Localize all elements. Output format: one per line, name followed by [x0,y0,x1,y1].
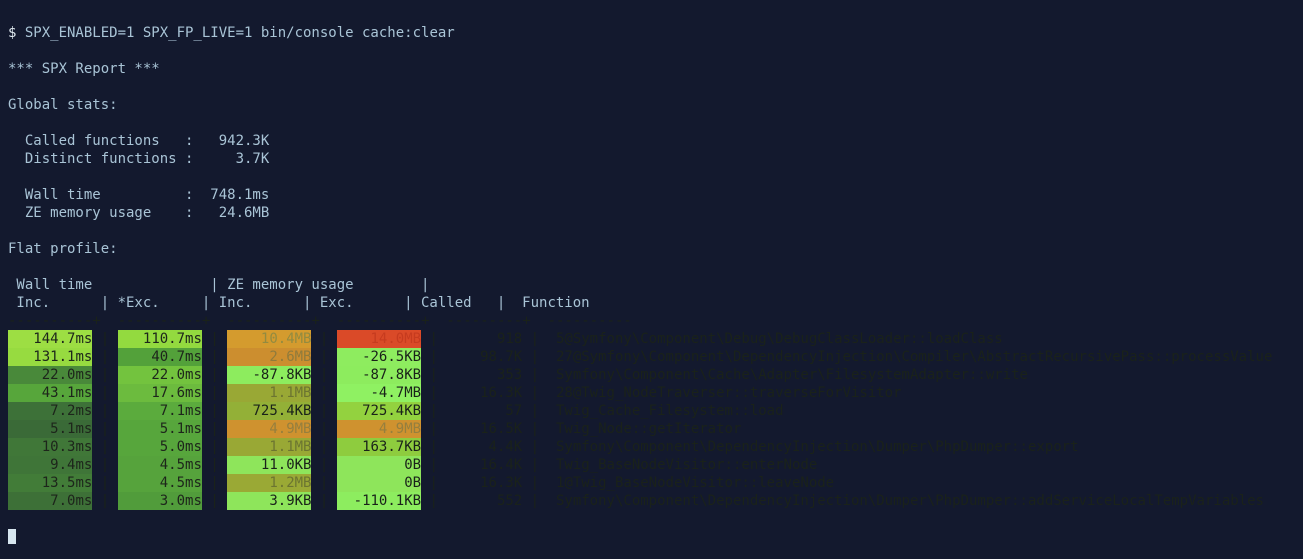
global-stats-label: Global stats: [8,97,118,113]
function-name: Symfony\Component\DependencyInjection\Du… [548,438,1273,456]
table-row: 131.1ms | 40.7ms | 2.6MB | -26.5KB | 98.… [8,348,1272,366]
table-row: 43.1ms | 17.6ms | 1.1MB | -4.7MB | 16.3K… [8,384,1272,402]
global-stats-block2: Wall time : 748.1ms ZE memory usage : 24… [8,187,269,221]
prompt-symbol: $ [8,25,25,41]
function-name: 27@Symfony\Component\DependencyInjection… [548,348,1273,366]
report-title: *** SPX Report *** [8,61,160,77]
table-row: 9.4ms | 4.5ms | 11.0KB | 0B | 16.4K | Tw… [8,456,1272,474]
profile-header: Wall time | ZE memory usage | Inc. | *Ex… [8,277,590,311]
function-name: 1@Twig_BaseNodeVisitor::leaveNode [548,474,1273,492]
function-name: Twig_Node::getIterator [548,420,1273,438]
function-name: Symfony\Component\DependencyInjection\Du… [548,492,1273,510]
table-row: 7.0ms | 3.0ms | 3.9KB | -110.1KB | 552 |… [8,492,1272,510]
flat-profile-label: Flat profile: [8,241,118,257]
table-row: 7.2ms | 7.1ms | 725.4KB | 725.4KB | 57 |… [8,402,1272,420]
table-row: 13.5ms | 4.5ms | 1.2MB | 0B | 16.3K | 1@… [8,474,1272,492]
command-line: SPX_ENABLED=1 SPX_FP_LIVE=1 bin/console … [25,25,455,41]
cursor [8,529,16,544]
function-name: Twig_BaseNodeVisitor::enterNode [548,456,1273,474]
terminal-output: $ SPX_ENABLED=1 SPX_FP_LIVE=1 bin/consol… [0,0,1303,552]
profile-table: ----------+----------+----------+-------… [8,312,1272,510]
function-name: Twig_Cache_Filesystem::load [548,402,1273,420]
table-row: 10.3ms | 5.0ms | 1.1MB | 163.7KB | 4.4K … [8,438,1272,456]
function-name: Symfony\Component\Cache\Adapter\Filesyst… [548,366,1273,384]
global-stats-block: Called functions : 942.3K Distinct funct… [8,133,269,167]
function-name: 5@Symfony\Component\Debug\DebugClassLoad… [548,330,1273,348]
table-row: 144.7ms | 110.7ms | 10.4MB | 14.0MB | 91… [8,330,1272,348]
function-name: 28@Twig_NodeTraverser::traverseForVisito… [548,384,1273,402]
table-row: 5.1ms | 5.1ms | 4.9MB | 4.9MB | 16.5K | … [8,420,1272,438]
table-row: 22.0ms | 22.0ms | -87.8KB | -87.8KB | 35… [8,366,1272,384]
